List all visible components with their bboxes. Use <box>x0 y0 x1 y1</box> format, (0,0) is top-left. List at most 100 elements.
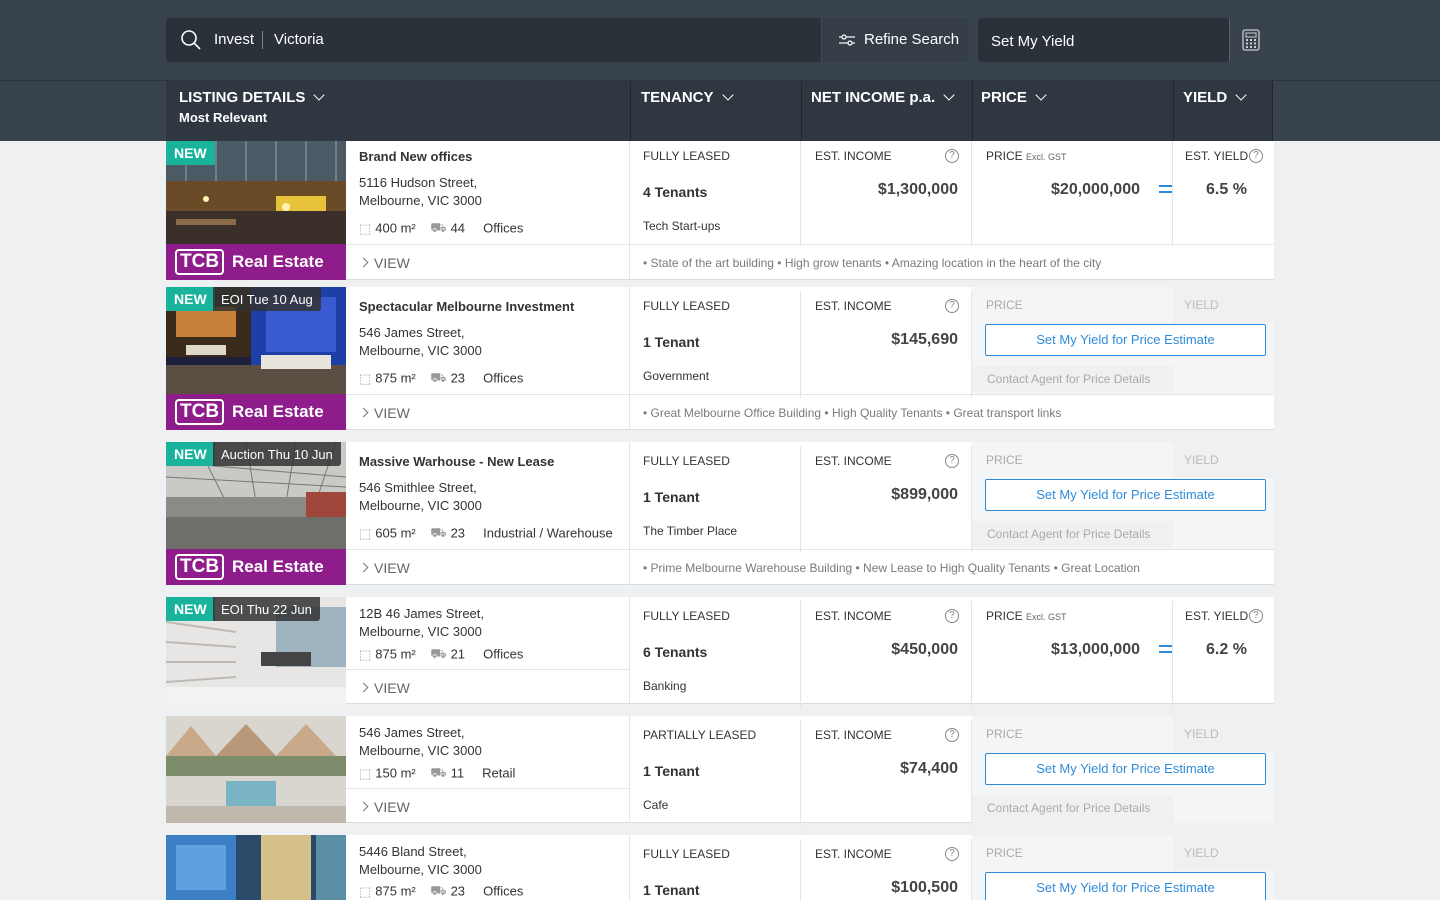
help-icon[interactable]: ? <box>945 728 959 742</box>
listing-details[interactable]: 12B 46 James Street, Melbourne, VIC 3000 … <box>346 597 630 669</box>
listing-card[interactable]: NEW TCB Real Estate Brand New offices 511… <box>166 141 1274 280</box>
listing-photo[interactable]: NEW EOI Thu 22 Jun <box>166 597 346 704</box>
listing-card[interactable]: NEW Auction Thu 10 Jun TCB Real Estate Ma… <box>166 442 1274 585</box>
help-icon[interactable]: ? <box>945 847 959 861</box>
listing-card[interactable]: NEW EOI Tue 10 Aug TCB Real Estate Specta… <box>166 287 1274 430</box>
column-net-income[interactable]: NET INCOME p.a. <box>802 81 973 141</box>
tenant-industry: Banking <box>643 679 687 693</box>
parking-count: 21 <box>450 646 466 662</box>
column-tenancy-label: TENANCY <box>641 89 714 106</box>
view-button[interactable]: VIEW <box>346 394 630 430</box>
agency-logo-mark: TCB <box>175 249 225 275</box>
view-button[interactable]: VIEW <box>346 244 630 280</box>
excl-gst-label: Excl. GST <box>1026 152 1067 162</box>
help-icon[interactable]: ? <box>945 299 959 313</box>
column-yield[interactable]: YIELD <box>1174 81 1273 141</box>
car-icon: ⛟ <box>430 765 447 780</box>
income-cell: EST. INCOME? $899,000 <box>801 446 972 553</box>
yield-value: 6.5 % <box>1206 181 1247 198</box>
address-line-1: 546 James Street, <box>359 725 465 740</box>
agency-logo: TCB Real Estate <box>166 244 346 280</box>
listing-title[interactable]: Spectacular Melbourne Investment <box>359 299 574 314</box>
listing-title[interactable]: Massive Warhouse - New Lease <box>359 454 554 469</box>
column-yield-label: YIELD <box>1183 89 1228 106</box>
help-icon[interactable]: ? <box>1249 149 1263 163</box>
income-value: $100,500 <box>891 879 958 896</box>
price-estimate-cell: PRICE YIELD Set My Yield for Price Estim… <box>972 716 1274 823</box>
yield-muted-label: YIELD <box>1184 453 1219 467</box>
column-price-label: PRICE <box>981 89 1027 106</box>
help-icon[interactable]: ? <box>1249 609 1263 623</box>
contact-agent-text: Contact Agent for Price Details <box>972 366 1173 392</box>
listing-card[interactable]: 546 James Street, Melbourne, VIC 3000 ⬚ 15… <box>166 716 1274 827</box>
help-icon[interactable]: ? <box>945 454 959 468</box>
view-button[interactable]: VIEW <box>346 788 630 823</box>
listing-photo[interactable] <box>166 835 346 900</box>
listing-title[interactable]: Brand New offices <box>359 149 472 164</box>
listing-details[interactable]: 5446 Bland Street, Melbourne, VIC 3000 ⬚ 8… <box>346 835 630 900</box>
listing-photo[interactable]: NEW TCB Real Estate <box>166 141 346 280</box>
chevron-down-icon <box>721 89 734 101</box>
listing-card[interactable]: 5446 Bland Street, Melbourne, VIC 3000 ⬚ 8… <box>166 835 1274 900</box>
agency-name: Real Estate <box>232 557 324 576</box>
column-listing-details[interactable]: LISTING DETAILS Most Relevant <box>166 81 631 141</box>
est-income-label: EST. INCOME <box>815 299 892 313</box>
price-cell: PRICE Excl. GST $20,000,000 <box>972 141 1173 244</box>
income-cell: EST. INCOME? $74,400 <box>801 720 972 827</box>
income-cell: EST. INCOME? $450,000 <box>801 601 972 708</box>
set-my-yield-button[interactable]: Set My Yield for Price Estimate <box>985 872 1266 900</box>
listing-photo[interactable]: NEW Auction Thu 10 Jun TCB Real Estate <box>166 442 346 585</box>
tenancy-cell: PARTIALLY LEASED 1 Tenant Cafe <box>630 720 801 827</box>
top-bar: Invest Victoria Refine Search Set My Yie… <box>0 0 1440 80</box>
set-my-yield-button[interactable]: Set My Yield for Price Estimate <box>985 324 1266 356</box>
column-header-bar: LISTING DETAILS Most Relevant TENANCY NE… <box>0 80 1440 141</box>
listing-photo[interactable]: NEW EOI Tue 10 Aug TCB Real Estate <box>166 287 346 430</box>
search-bar[interactable]: Invest Victoria Refine Search <box>166 18 968 62</box>
listing-address: 5446 Bland Street, Melbourne, VIC 3000 <box>359 843 482 879</box>
equals-icon <box>1159 185 1172 193</box>
set-my-yield-button[interactable]: Set My Yield for Price Estimate <box>985 753 1266 785</box>
chevron-right-icon <box>358 562 369 573</box>
floor-area-icon: ⬚ <box>359 647 372 662</box>
floor-area: 875 m² <box>375 370 416 386</box>
listing-details[interactable]: Massive Warhouse - New Lease 546 Smithle… <box>346 442 630 549</box>
listing-features: ⬚ 605 m² ⛟ 23 Industrial / Warehouse <box>359 525 613 543</box>
column-tenancy[interactable]: TENANCY <box>631 81 802 141</box>
lease-status: FULLY LEASED <box>643 454 730 468</box>
income-value: $450,000 <box>891 641 958 658</box>
view-button[interactable]: VIEW <box>346 669 630 704</box>
price-estimate-cell: PRICE YIELD Set My Yield for Price Estim… <box>972 287 1274 394</box>
view-label: VIEW <box>374 799 410 815</box>
chevron-right-icon <box>358 407 369 418</box>
address-line-2: Melbourne, VIC 3000 <box>359 743 482 758</box>
search-segment-location[interactable]: Victoria <box>274 31 324 48</box>
set-my-yield-label: Set My Yield <box>991 33 1075 50</box>
set-my-yield-button[interactable]: Set My Yield for Price Estimate <box>985 479 1266 511</box>
agency-logo: TCB Real Estate <box>166 394 346 430</box>
view-button[interactable]: VIEW <box>346 549 630 585</box>
floor-area: 150 m² <box>375 765 416 781</box>
sliders-icon <box>839 34 855 46</box>
price-cell: PRICE Excl. GST $13,000,000 <box>972 601 1173 708</box>
tenant-count: 6 Tenants <box>643 644 708 660</box>
listing-details[interactable]: Spectacular Melbourne Investment 546 Jam… <box>346 287 630 394</box>
listing-photo[interactable] <box>166 716 346 823</box>
column-price[interactable]: PRICE <box>973 81 1174 141</box>
chevron-down-icon <box>1235 89 1247 101</box>
listing-details[interactable]: Brand New offices 5116 Hudson Street, Mel… <box>346 141 630 244</box>
help-icon[interactable]: ? <box>945 149 959 163</box>
listing-features: ⬚ 875 m² ⛟ 23 Offices <box>359 370 523 388</box>
equals-icon <box>1159 645 1172 653</box>
view-label: VIEW <box>374 680 410 696</box>
car-icon: ⛟ <box>430 646 447 661</box>
search-segment-invest[interactable]: Invest <box>214 31 254 48</box>
calculator-button[interactable] <box>1229 18 1272 62</box>
event-badge: EOI Thu 22 Jun <box>213 597 320 621</box>
refine-search-button[interactable]: Refine Search <box>821 18 968 62</box>
listing-details[interactable]: 546 James Street, Melbourne, VIC 3000 ⬚ 15… <box>346 716 630 788</box>
refine-search-label: Refine Search <box>864 31 960 48</box>
listing-card[interactable]: NEW EOI Thu 22 Jun 12B 46 James Street, M… <box>166 597 1274 708</box>
floor-area-icon: ⬚ <box>359 766 372 781</box>
help-icon[interactable]: ? <box>945 609 959 623</box>
set-my-yield-input[interactable]: Set My Yield <box>978 18 1272 62</box>
